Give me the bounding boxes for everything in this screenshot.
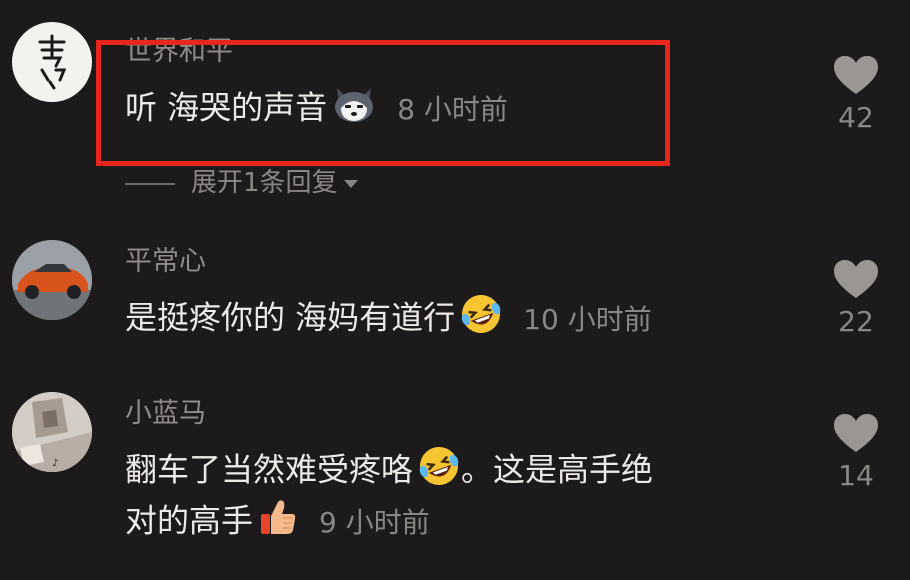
comment-username[interactable]: 小蓝马 xyxy=(125,400,206,427)
comment-text-content: 翻车了当然难受疼咯 xyxy=(125,450,414,489)
heart-icon xyxy=(834,414,878,452)
comment-text-content: 是挺疼你的 海妈有道行 xyxy=(125,298,456,337)
expand-replies-button[interactable]: 展开1条回复 xyxy=(125,162,360,199)
divider xyxy=(125,182,175,185)
avatar[interactable]: ♪ xyxy=(12,392,92,472)
comment-text-tail: 。这是高手绝 xyxy=(461,450,654,489)
thumbs-up-emoji-icon xyxy=(257,496,299,543)
highlight-box xyxy=(96,40,670,166)
rofl-emoji-icon xyxy=(459,292,503,341)
expand-replies-label: 展开1条回复 xyxy=(191,168,338,198)
heart-icon xyxy=(834,56,878,94)
comment-time: 9 小时前 xyxy=(319,505,430,539)
comment-time: 10 小时前 xyxy=(523,302,652,336)
like-count: 42 xyxy=(838,101,874,134)
comment-text-content: 对的高手 xyxy=(125,501,254,540)
rofl-emoji-icon xyxy=(417,444,461,493)
comment-text-line2: 对的高手 9 小时前 xyxy=(125,500,430,543)
chevron-down-icon xyxy=(342,168,360,198)
like-count: 14 xyxy=(838,459,874,492)
like-button[interactable]: 22 xyxy=(826,258,886,336)
comment-username[interactable]: 平常心 xyxy=(125,248,206,275)
comment-text: 是挺疼你的 海妈有道行 10 小时前 xyxy=(125,295,652,341)
avatar[interactable] xyxy=(12,240,92,320)
avatar[interactable] xyxy=(12,22,92,102)
svg-text:♪: ♪ xyxy=(52,458,58,469)
comment-text: 翻车了当然难受疼咯 。这是高手绝 xyxy=(125,447,654,493)
heart-icon xyxy=(834,260,878,298)
like-count: 22 xyxy=(838,305,874,338)
like-button[interactable]: 14 xyxy=(826,412,886,490)
like-button[interactable]: 42 xyxy=(826,54,886,132)
